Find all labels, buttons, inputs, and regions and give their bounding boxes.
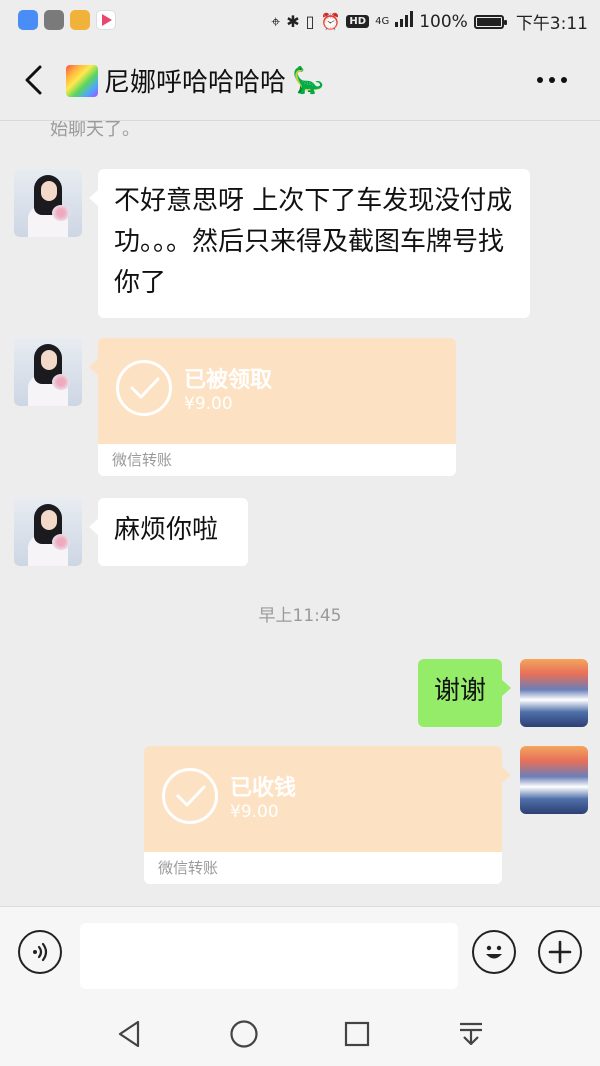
emoji-button[interactable]	[472, 930, 516, 974]
message-text: 谢谢	[434, 676, 487, 706]
nav-recents-button[interactable]	[341, 1018, 373, 1050]
back-button[interactable]	[18, 62, 48, 98]
network-type: 4G	[375, 15, 390, 27]
contact-name: 尼娜呼哈哈哈哈	[104, 68, 287, 98]
message-text: 不好意思呀 上次下了车发现没付成功。。。然后只来得及截图车牌号找你了	[114, 186, 513, 298]
location-icon: ⌖	[271, 11, 281, 31]
message-bubble-outgoing[interactable]: 谢谢	[418, 659, 511, 727]
more-options-button[interactable]	[532, 70, 572, 90]
contact-avatar[interactable]	[14, 169, 82, 237]
input-bar	[0, 906, 600, 1001]
chat-header: 尼娜呼哈哈哈哈 🦕	[0, 40, 600, 121]
alarm-icon: ⏰	[320, 12, 341, 31]
transfer-amount: ¥9.00	[184, 394, 233, 414]
nav-recents-icon	[344, 1021, 370, 1047]
back-arrow-icon	[25, 65, 42, 95]
nav-home-button[interactable]	[228, 1018, 260, 1050]
rainbow-emoji	[66, 64, 98, 97]
cat-app-icon	[44, 10, 64, 30]
status-bar: ⌖ ✱ ▯ ⏰ HD 4G 100% 下午3:11	[0, 0, 600, 40]
contact-avatar[interactable]	[14, 498, 82, 566]
transfer-card[interactable]: 已被领取 ¥9.00 微信转账	[89, 338, 456, 476]
video-app-icon	[96, 10, 116, 30]
clock: 下午3:11	[515, 14, 588, 34]
transfer-label: 微信转账	[98, 444, 456, 476]
message-list[interactable]: 始聊天了。 不好意思呀 上次下了车发现没付成功。。。然后只来得及截图车牌号找你了…	[0, 121, 600, 906]
voice-button[interactable]	[18, 930, 62, 974]
chat-title: 尼娜呼哈哈哈哈 🦕	[66, 62, 324, 99]
emoji-icon	[486, 945, 502, 959]
shield-app-icon	[18, 10, 38, 30]
dinosaur-emoji: 🦕	[292, 65, 325, 96]
plus-icon	[548, 940, 572, 964]
vibrate-icon: ▯	[305, 12, 315, 31]
system-notice: 始聊天了。	[50, 121, 140, 140]
transfer-amount: ¥9.00	[230, 802, 279, 822]
more-dots-icon	[537, 77, 567, 83]
hd-icon: HD	[346, 15, 370, 28]
battery-icon	[473, 14, 507, 29]
nav-back-button[interactable]	[114, 1018, 146, 1050]
bluetooth-icon: ✱	[286, 12, 300, 31]
transfer-label: 微信转账	[144, 852, 502, 884]
check-icon	[116, 360, 172, 416]
check-icon	[162, 768, 218, 824]
battery-percent: 100%	[419, 11, 468, 32]
transfer-status: 已被领取	[184, 368, 273, 393]
message-bubble[interactable]: 麻烦你啦	[89, 498, 248, 566]
folder-app-icon	[70, 10, 90, 30]
message-input[interactable]	[80, 923, 458, 989]
message-text: 麻烦你啦	[114, 515, 219, 545]
signal-icon	[395, 11, 414, 32]
timestamp-divider: 早上11:45	[258, 606, 342, 626]
transfer-card[interactable]: 已收钱 ¥9.00 微信转账	[144, 746, 511, 884]
my-avatar[interactable]	[520, 746, 588, 814]
nav-home-icon	[230, 1020, 258, 1048]
contact-avatar[interactable]	[14, 338, 82, 406]
message-bubble[interactable]: 不好意思呀 上次下了车发现没付成功。。。然后只来得及截图车牌号找你了	[89, 169, 530, 318]
transfer-status: 已收钱	[230, 776, 297, 801]
system-navigation-bar	[0, 1000, 600, 1066]
more-actions-button[interactable]	[538, 930, 582, 974]
my-avatar[interactable]	[520, 659, 588, 727]
nav-back-icon	[118, 1020, 140, 1048]
voice-icon	[33, 942, 48, 962]
nav-notification-icon	[460, 1022, 482, 1046]
nav-notification-button[interactable]	[455, 1018, 487, 1050]
